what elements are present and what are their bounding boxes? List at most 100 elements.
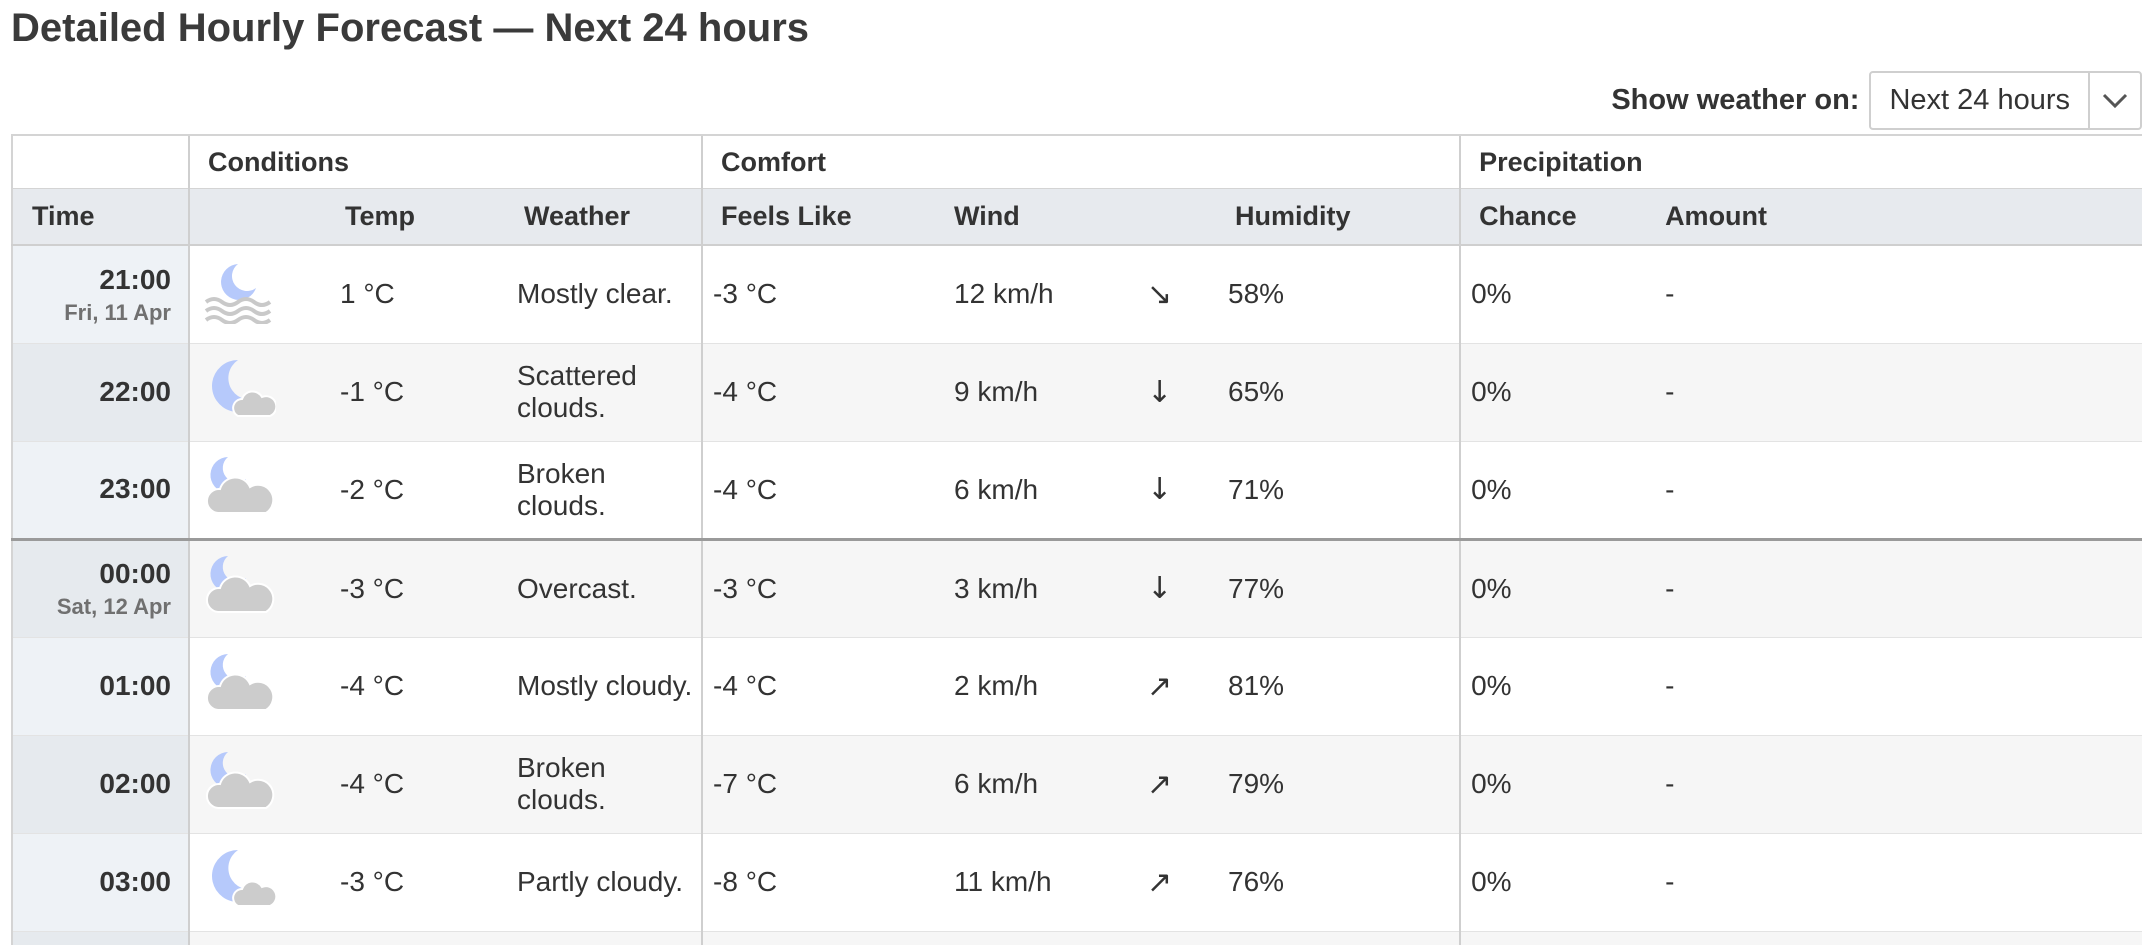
precip-chance: 0% (1459, 441, 1666, 540)
chevron-down-icon[interactable] (2088, 73, 2140, 128)
col-weather: Weather (499, 188, 703, 246)
forecast-table-wrapper: Conditions Comfort Precipitation Time Te… (11, 134, 2142, 945)
table-row: 21:00 Fri, 11 Apr 1 °C Mostly clear. -3 … (11, 245, 2142, 344)
humidity-value: 71% (1225, 441, 1461, 540)
day-select-value: Next 24 hours (1889, 84, 2070, 116)
weather-description: Mostly cloudy. (499, 637, 703, 736)
wind-direction-cell (1147, 931, 1226, 945)
wind-speed: 11 km/h (954, 833, 1148, 932)
clear-night-fog-icon (204, 263, 272, 325)
weather-description: Scattered clouds. (499, 343, 703, 442)
feels-like-value: -7 °C (701, 735, 955, 834)
table-row: 23:00 -2 °C Broken clouds. -4 °C 6 km/h … (11, 441, 2142, 540)
feels-like-value: -4 °C (701, 343, 955, 442)
wind-arrow-icon: ↗ (1147, 668, 1173, 704)
precip-amount: - (1665, 245, 2142, 344)
feels-like-value: -4 °C (701, 441, 955, 540)
day-select-dropdown[interactable]: Next 24 hours (1869, 71, 2142, 130)
precip-chance: 0% (1459, 637, 1666, 736)
temp-value: -4 °C (340, 637, 499, 736)
wind-arrow-icon: ↓ (1147, 571, 1173, 606)
moon-cloud-icon (206, 751, 275, 809)
weather-description: Partly cloudy. (499, 833, 703, 932)
table-row: 22:00 -1 °C Scattered clouds. -4 °C 9 km… (11, 343, 2142, 442)
weather-icon-cell (188, 833, 340, 932)
temp-value: -2 °C (340, 441, 499, 540)
table-row: 01:00 -4 °C Mostly cloudy. -4 °C 2 km/h … (11, 637, 2142, 736)
precip-chance: 0% (1459, 735, 1666, 834)
day-selector: Show weather on: Next 24 hours (1611, 71, 2142, 130)
time-cell: 02:00 (11, 735, 189, 834)
temp-value: -1 °C (340, 343, 499, 442)
feels-like-value: -8 °C (701, 833, 955, 932)
wind-arrow-icon: ↗ (1147, 766, 1173, 802)
weather-description: Broken clouds. (499, 441, 703, 540)
precip-amount: - (1665, 537, 2142, 638)
table-row: 02:00 -4 °C Broken clouds. -7 °C 6 km/h … (11, 735, 2142, 834)
group-precipitation: Precipitation (1459, 134, 2142, 189)
temp-value: 1 °C (340, 245, 499, 344)
wind-arrow-icon: ↓ (1147, 374, 1173, 410)
wind-direction-cell: ↘ (1147, 245, 1226, 344)
table-row: 03:00 -3 °C Partly cloudy. -8 °C 11 km/h… (11, 833, 2142, 932)
humidity-value: 77% (1225, 537, 1461, 638)
wind-direction-cell: ↗ (1147, 833, 1226, 932)
wind-arrow-icon: ↓ (1147, 472, 1173, 507)
weather-icon-cell (188, 735, 340, 834)
time-cell: 21:00 Fri, 11 Apr (11, 245, 189, 344)
weather-description (499, 931, 703, 945)
weather-icon-cell (188, 637, 340, 736)
date-value: Sat, 12 Apr (56, 593, 171, 619)
time-cell: 03:00 (11, 833, 189, 932)
humidity-value: 58% (1225, 245, 1461, 344)
weather-description: Mostly clear. (499, 245, 703, 344)
precip-chance: 0% (1459, 537, 1666, 638)
wind-speed: 3 km/h (954, 537, 1148, 638)
time-value: 02:00 (99, 767, 171, 799)
col-time: Time (11, 188, 189, 246)
time-value: 23:00 (99, 473, 171, 505)
precip-amount: - (1665, 735, 2142, 834)
time-cell: 01:00 (11, 637, 189, 736)
precip-amount: - (1665, 441, 2142, 540)
moon-cloud-icon (206, 556, 275, 613)
moon-small-cloud-icon (212, 849, 278, 907)
feels-like-value: -3 °C (701, 245, 955, 344)
humidity-value: 79% (1225, 735, 1461, 834)
feels-like-value: -4 °C (701, 637, 955, 736)
wind-speed: 9 km/h (954, 343, 1148, 442)
col-wind-direction (1147, 188, 1226, 246)
precip-chance: 0% (1459, 343, 1666, 442)
column-header-row: Time Temp Weather Feels Like Wind Humidi… (11, 188, 2142, 246)
weather-icon-cell (188, 931, 340, 945)
wind-arrow-icon: ↘ (1147, 276, 1173, 312)
wind-speed (954, 931, 1148, 945)
humidity-value: 65% (1225, 343, 1461, 442)
col-icon (188, 188, 340, 246)
col-temp: Temp (340, 188, 499, 246)
precip-amount: - (1665, 833, 2142, 932)
col-chance: Chance (1459, 188, 1666, 246)
precip-chance (1459, 931, 1666, 945)
col-humidity: Humidity (1225, 188, 1461, 246)
temp-value: -3 °C (340, 537, 499, 638)
moon-cloud-icon (206, 457, 275, 514)
col-amount: Amount (1665, 188, 2142, 246)
temp-value (340, 931, 499, 945)
col-wind: Wind (954, 188, 1148, 246)
col-feels-like: Feels Like (701, 188, 955, 246)
precip-chance: 0% (1459, 833, 1666, 932)
group-header-row: Conditions Comfort Precipitation (11, 134, 2142, 189)
table-row-partial (11, 931, 2142, 945)
weather-icon-cell (188, 537, 340, 638)
time-value: 01:00 (99, 669, 171, 701)
time-value: 21:00 (99, 263, 171, 295)
precip-amount: - (1665, 637, 2142, 736)
time-value: 00:00 (99, 557, 171, 589)
feels-like-value: -3 °C (701, 537, 955, 638)
group-conditions: Conditions (187, 134, 703, 189)
moon-small-cloud-icon (212, 359, 278, 417)
weather-description: Overcast. (499, 537, 703, 638)
time-cell (11, 931, 189, 945)
time-cell: 23:00 (11, 441, 189, 540)
